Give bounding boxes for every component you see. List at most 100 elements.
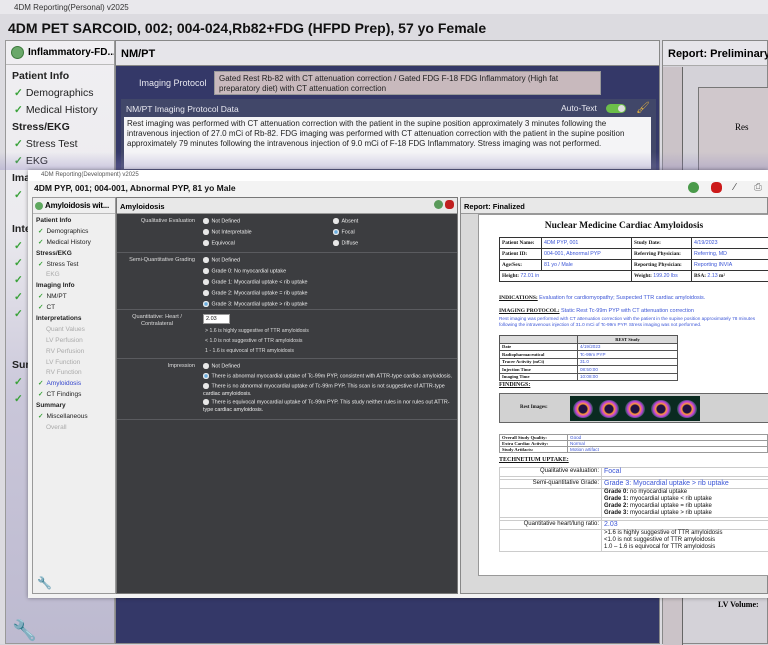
- quality-table: Overall Study Quality:GoodExtra Cardiac …: [499, 434, 768, 453]
- fg-sidebar: Amyloidosis wit... Patient Info✓Demograp…: [32, 197, 116, 594]
- radio-option[interactable]: Focal: [333, 229, 355, 237]
- sidebar-item-overall[interactable]: Overall: [33, 423, 115, 434]
- sidebar-item-demographics[interactable]: ✓Demographics: [33, 227, 115, 238]
- bg-sidebar-title: Inflammatory-FD...: [28, 47, 114, 58]
- cell: 4/19/2023: [692, 238, 768, 249]
- clear-icon[interactable]: [445, 200, 454, 209]
- radio-option[interactable]: Not Defined: [203, 257, 240, 265]
- grade-label: Grade 2:: [604, 503, 628, 509]
- radio-button[interactable]: [203, 373, 209, 379]
- sidebar-item-patient-info: Patient Info: [33, 216, 115, 227]
- radio-option[interactable]: Grade 2: Myocardial uptake = rib uptake: [203, 290, 308, 298]
- sidebar-item-label: CT Findings: [46, 391, 81, 398]
- radio-label: Diffuse: [342, 241, 359, 247]
- sidebar-item-summary: Summary: [33, 401, 115, 412]
- radio-button[interactable]: [333, 229, 339, 235]
- radio-option[interactable]: Grade 1: Myocardial uptake < rib uptake: [203, 279, 308, 287]
- bg-sidebar-header[interactable]: Inflammatory-FD...: [6, 41, 114, 65]
- radio-option[interactable]: Not Defined: [203, 218, 240, 226]
- radio-option[interactable]: Equivocal: [203, 240, 235, 248]
- cell: 81 yo / Male: [542, 260, 632, 271]
- settings-wrench-icon[interactable]: 🔧: [37, 576, 52, 590]
- settings-wrench-icon[interactable]: 🔧: [12, 618, 37, 643]
- refresh-report-icon[interactable]: [688, 182, 699, 196]
- radio-option[interactable]: Not Defined: [203, 363, 453, 371]
- sidebar-item-ct-findings[interactable]: ✓CT Findings: [33, 390, 115, 401]
- radio-option[interactable]: Grade 0: No myocardial uptake: [203, 268, 286, 276]
- rest-study-row: Tracer Activity (mCi)31.0: [500, 358, 678, 366]
- auto-text-toggle[interactable]: [606, 104, 626, 113]
- cell: Patient ID:: [500, 249, 542, 260]
- bg-sidebar-item-medical-history[interactable]: ✓Medical History: [6, 102, 114, 119]
- workflow-icon: [35, 202, 43, 210]
- sidebar-item-nm-pt[interactable]: ✓NM/PT: [33, 292, 115, 303]
- print-icon[interactable]: ⎙: [754, 182, 762, 193]
- radio-option[interactable]: There is abnormal myocardial uptake of T…: [203, 373, 453, 381]
- radio-button[interactable]: [203, 399, 209, 405]
- radio-button[interactable]: [333, 240, 339, 246]
- sidebar-item-quant-values[interactable]: Quant Values: [33, 325, 115, 336]
- edit-icon[interactable]: ∕: [734, 182, 736, 193]
- sidebar-item-stress-test[interactable]: ✓Stress Test: [33, 260, 115, 271]
- radio-button[interactable]: [203, 279, 209, 285]
- radio-option[interactable]: Absent: [333, 218, 358, 226]
- bsa-label: BSA:: [694, 273, 706, 279]
- radio-button[interactable]: [203, 218, 209, 224]
- height-label: Height:: [502, 273, 519, 279]
- radio-button[interactable]: [203, 268, 209, 274]
- rest-study-row: Injection Time08:50:00: [500, 366, 678, 374]
- sidebar-item-label: RV Function: [46, 369, 82, 376]
- refresh-icon[interactable]: [434, 200, 443, 209]
- sidebar-item-ct[interactable]: ✓CT: [33, 303, 115, 314]
- radio-option[interactable]: Diffuse: [333, 240, 358, 248]
- sidebar-item-ekg[interactable]: EKG: [33, 270, 115, 281]
- sidebar-item-lv-perfusion[interactable]: LV Perfusion: [33, 336, 115, 347]
- radio-button[interactable]: [203, 240, 209, 246]
- sidebar-item-label: Quant Values: [46, 326, 85, 333]
- cell: 4DM PYP, 001: [542, 238, 632, 249]
- brush-icon[interactable]: 🖌: [636, 101, 650, 114]
- radio-label: Absent: [342, 219, 359, 225]
- heart-contralateral-input[interactable]: 2.03: [203, 314, 230, 324]
- radio-option[interactable]: There is equivocal myocardial uptake of …: [203, 399, 453, 414]
- bg-sidebar-item-demographics[interactable]: ✓Demographics: [6, 85, 114, 102]
- radio-option[interactable]: Not Interpretable: [203, 229, 252, 237]
- sidebar-item-amyloidosis[interactable]: ✓Amyloidosis: [33, 379, 115, 390]
- rest-study-key: Radiopharmaceutical: [500, 351, 578, 359]
- cell: [500, 489, 602, 518]
- indications-value: Evaluation for cardiomyopathy; Suspected…: [539, 295, 705, 301]
- auto-text-label: Auto-Text: [561, 103, 597, 113]
- quantitative-label: Quantitative: Heart / Contralateral: [117, 314, 197, 328]
- check-icon: ✓: [38, 413, 43, 420]
- radio-label: Equivocal: [212, 241, 235, 247]
- qualitative-label: Qualitative Evaluation: [117, 218, 195, 225]
- radio-option[interactable]: There is no abnormal myocardial uptake o…: [203, 383, 453, 398]
- radio-button[interactable]: [203, 229, 209, 235]
- sidebar-item-miscellaneous[interactable]: ✓Miscellaneous: [33, 412, 115, 423]
- radio-option[interactable]: Grade 3: Myocardial uptake > rib uptake: [203, 301, 308, 309]
- fg-patient-title: 4DM PYP, 001; 004-001, Abnormal PYP, 81 …: [34, 183, 236, 193]
- sign-icon[interactable]: [711, 182, 722, 196]
- radio-button[interactable]: [203, 290, 209, 296]
- foreground-window: 4DM Reporting(Development) v2025 4DM PYP…: [28, 170, 768, 598]
- sidebar-item-lv-function[interactable]: LV Function: [33, 358, 115, 369]
- radio-label: There is no abnormal myocardial uptake o…: [203, 384, 445, 397]
- radio-button[interactable]: [203, 383, 209, 389]
- fg-sidebar-title: Amyloidosis wit...: [45, 201, 109, 210]
- sidebar-item-medical-history[interactable]: ✓Medical History: [33, 238, 115, 249]
- sidebar-item-label: Summary: [36, 402, 66, 409]
- height-cell: Height: 72.01 in: [500, 271, 632, 282]
- radio-button[interactable]: [333, 218, 339, 224]
- radio-button[interactable]: [203, 257, 209, 263]
- grade-label: Grade 0:: [604, 489, 628, 495]
- sidebar-item-rv-function[interactable]: RV Function: [33, 368, 115, 379]
- check-icon: ✓: [38, 228, 43, 235]
- sidebar-item-rv-perfusion[interactable]: RV Perfusion: [33, 347, 115, 358]
- radio-button[interactable]: [203, 363, 209, 369]
- imaging-protocol-field[interactable]: Gated Rest Rb-82 with CT attenuation cor…: [214, 71, 601, 95]
- grade-line: Grade 3: myocardial uptake > rib uptake: [604, 510, 766, 517]
- bg-sidebar-item-stress-test[interactable]: ✓Stress Test: [6, 136, 114, 153]
- radio-button[interactable]: [203, 301, 209, 307]
- grade-text: myocardial uptake > rib uptake: [628, 510, 712, 516]
- fg-sidebar-header[interactable]: Amyloidosis wit...: [33, 198, 115, 214]
